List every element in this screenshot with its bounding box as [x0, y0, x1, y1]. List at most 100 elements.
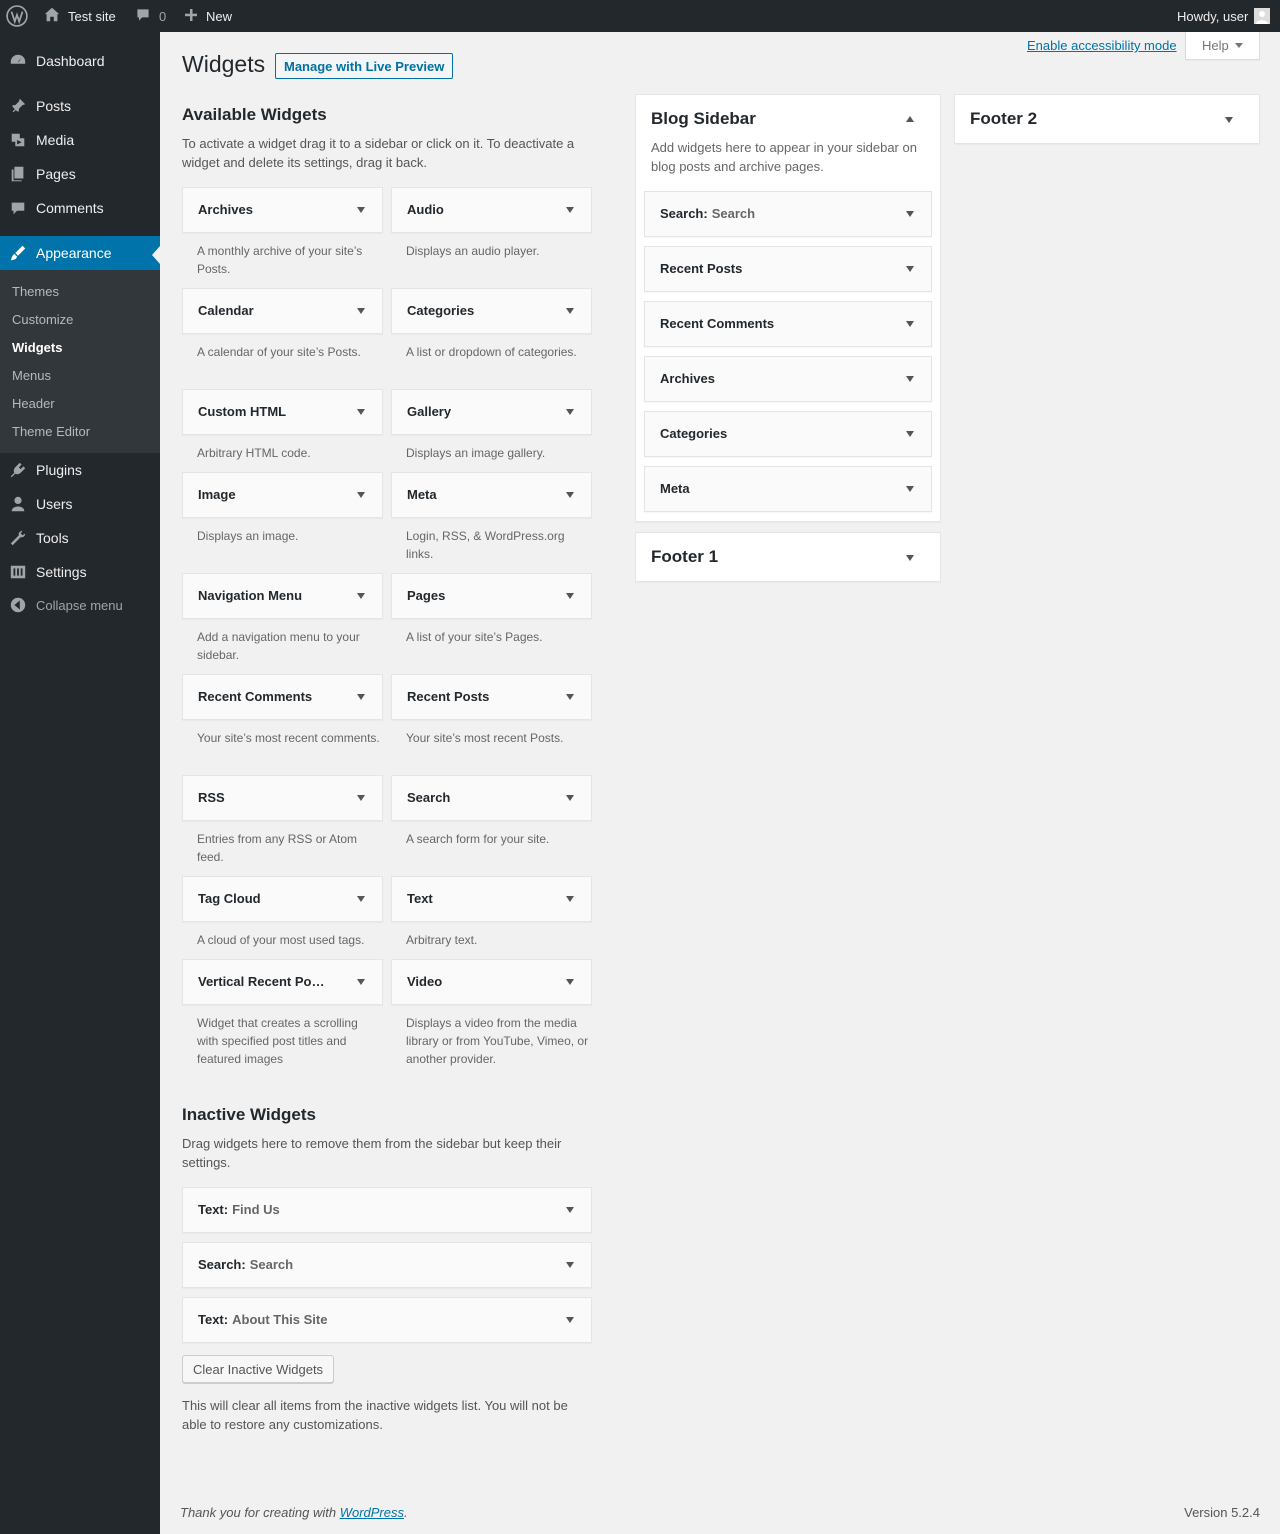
available-widget[interactable]: Vertical Recent Po… — [182, 959, 383, 1005]
inactive-widget[interactable]: Text: About This Site — [182, 1297, 592, 1343]
chevron-down-icon[interactable] — [906, 211, 914, 217]
available-widget[interactable]: Categories — [391, 288, 592, 334]
sidebar-widget[interactable]: Categories — [644, 411, 932, 457]
chevron-down-icon[interactable] — [357, 979, 365, 985]
widget-instance-title: Find Us — [232, 1202, 280, 1217]
widget-description: Widget that creates a scrolling with spe… — [197, 1016, 358, 1066]
sidebar-widget[interactable]: Recent Posts — [644, 246, 932, 292]
live-preview-button[interactable]: Manage with Live Preview — [275, 53, 454, 79]
admin-bar: Test site 0 New Howdy, user — [0, 0, 1280, 32]
menu-tools[interactable]: Tools — [0, 521, 160, 555]
footer-1-panel[interactable]: Footer 1 — [635, 532, 941, 582]
chevron-down-icon[interactable] — [906, 431, 914, 437]
submenu-theme-editor[interactable]: Theme Editor — [12, 424, 90, 439]
inactive-widget[interactable]: Search: Search — [182, 1242, 592, 1288]
sidebar-widget[interactable]: Meta — [644, 466, 932, 512]
widget-description: A monthly archive of your site’s Posts. — [197, 244, 363, 276]
available-widget[interactable]: Recent Posts — [391, 674, 592, 720]
menu-pages[interactable]: Pages — [0, 157, 160, 191]
sidebar-widget[interactable]: Search: Search — [644, 191, 932, 237]
available-widget[interactable]: Search — [391, 775, 592, 821]
chevron-down-icon[interactable] — [357, 694, 365, 700]
chevron-down-icon[interactable] — [566, 492, 574, 498]
widget-title: Calendar — [198, 303, 254, 318]
menu-appearance[interactable]: Appearance — [0, 236, 160, 270]
available-widget[interactable]: Recent Comments — [182, 674, 383, 720]
available-widget[interactable]: Meta — [391, 472, 592, 518]
widget-title: Custom HTML — [198, 404, 287, 419]
chevron-down-icon[interactable] — [357, 308, 365, 314]
available-widget[interactable]: Pages — [391, 573, 592, 619]
available-widget[interactable]: Image — [182, 472, 383, 518]
widget-title: Navigation Menu — [198, 588, 303, 603]
menu-users[interactable]: Users — [0, 487, 160, 521]
available-widget[interactable]: Audio — [391, 187, 592, 233]
chevron-down-icon[interactable] — [1225, 117, 1233, 123]
chevron-down-icon[interactable] — [566, 1317, 574, 1323]
clear-inactive-widgets-button[interactable]: Clear Inactive Widgets — [182, 1355, 335, 1383]
sidebar-widget[interactable]: Recent Comments — [644, 301, 932, 347]
submenu-widgets[interactable]: Widgets — [12, 340, 62, 355]
blog-sidebar-title[interactable]: Blog Sidebar — [651, 109, 756, 129]
chevron-down-icon[interactable] — [566, 795, 574, 801]
account-menu[interactable]: Howdy, user — [1177, 0, 1271, 32]
chevron-down-icon[interactable] — [566, 308, 574, 314]
current-menu-arrow — [152, 246, 160, 264]
wordpress-logo-icon[interactable] — [6, 0, 28, 32]
chevron-down-icon[interactable] — [906, 321, 914, 327]
available-widget[interactable]: Video — [391, 959, 592, 1005]
chevron-down-icon[interactable] — [357, 492, 365, 498]
site-name-link[interactable]: Test site — [43, 0, 116, 32]
chevron-down-icon[interactable] — [566, 409, 574, 415]
available-widget[interactable]: Gallery — [391, 389, 592, 435]
home-icon — [43, 6, 61, 27]
widget-title-row: Search: Search — [660, 206, 755, 221]
submenu-menus[interactable]: Menus — [12, 368, 51, 383]
chevron-down-icon[interactable] — [357, 593, 365, 599]
comments-link[interactable]: 0 — [135, 0, 166, 32]
menu-plugins[interactable]: Plugins — [0, 453, 160, 487]
chevron-down-icon[interactable] — [566, 979, 574, 985]
chevron-down-icon[interactable] — [357, 207, 365, 213]
available-widget[interactable]: Custom HTML — [182, 389, 383, 435]
paintbrush-icon — [9, 244, 27, 262]
chevron-down-icon[interactable] — [566, 593, 574, 599]
help-tab-button[interactable]: Help — [1185, 32, 1260, 60]
widget-title: Archives — [198, 202, 253, 217]
available-widget[interactable]: Text — [391, 876, 592, 922]
available-widget[interactable]: RSS — [182, 775, 383, 821]
inactive-widget[interactable]: Text: Find Us — [182, 1187, 592, 1233]
accessibility-mode-link[interactable]: Enable accessibility mode — [1027, 38, 1177, 53]
chevron-down-icon[interactable] — [906, 555, 914, 561]
chevron-down-icon[interactable] — [906, 376, 914, 382]
available-widget[interactable]: Tag Cloud — [182, 876, 383, 922]
wordpress-link[interactable]: WordPress — [340, 1505, 404, 1520]
chevron-up-icon[interactable] — [906, 116, 914, 122]
chevron-down-icon[interactable] — [357, 409, 365, 415]
new-content-link[interactable]: New — [184, 0, 232, 32]
menu-dashboard[interactable]: Dashboard — [0, 44, 160, 78]
submenu-themes[interactable]: Themes — [12, 284, 59, 299]
available-widget[interactable]: Calendar — [182, 288, 383, 334]
chevron-down-icon[interactable] — [566, 207, 574, 213]
chevron-down-icon[interactable] — [566, 1262, 574, 1268]
menu-comments[interactable]: Comments — [0, 191, 160, 225]
chevron-down-icon[interactable] — [566, 896, 574, 902]
menu-settings[interactable]: Settings — [0, 555, 160, 589]
chevron-down-icon[interactable] — [566, 694, 574, 700]
submenu-header[interactable]: Header — [12, 396, 55, 411]
menu-label: Pages — [36, 166, 76, 182]
available-widget[interactable]: Archives — [182, 187, 383, 233]
collapse-menu-button[interactable]: Collapse menu — [0, 588, 160, 622]
chevron-down-icon[interactable] — [906, 266, 914, 272]
chevron-down-icon[interactable] — [357, 795, 365, 801]
footer-2-panel[interactable]: Footer 2 — [954, 94, 1260, 144]
menu-media[interactable]: Media — [0, 123, 160, 157]
submenu-customize[interactable]: Customize — [12, 312, 73, 327]
chevron-down-icon[interactable] — [357, 896, 365, 902]
available-widget[interactable]: Navigation Menu — [182, 573, 383, 619]
sidebar-widget[interactable]: Archives — [644, 356, 932, 402]
menu-posts[interactable]: Posts — [0, 89, 160, 123]
chevron-down-icon[interactable] — [906, 486, 914, 492]
chevron-down-icon[interactable] — [566, 1207, 574, 1213]
